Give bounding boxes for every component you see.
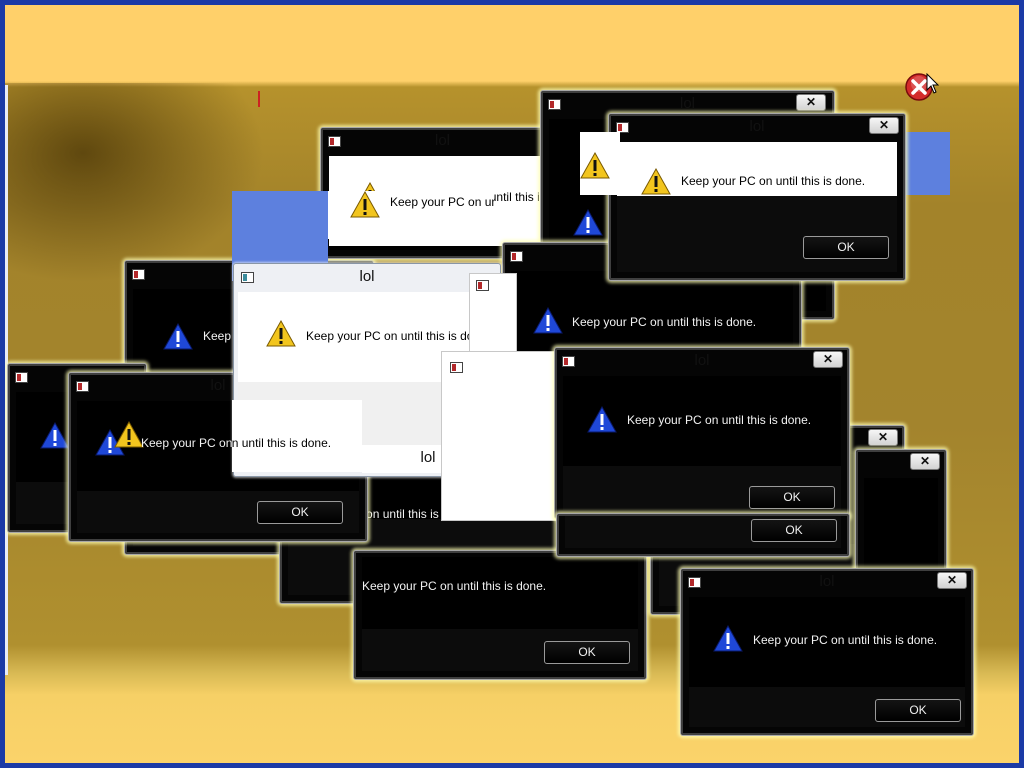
warning-icon	[587, 406, 617, 433]
dialog-title: lol	[819, 573, 835, 590]
app-icon	[15, 372, 28, 383]
message-dialog: Keep your PC on until this is done. OK	[353, 550, 647, 680]
app-icon	[510, 251, 523, 262]
warning-icon	[40, 422, 70, 449]
warning-icon	[573, 209, 603, 236]
dialog-title: lol	[749, 118, 765, 135]
ok-button[interactable]: OK	[544, 641, 630, 664]
desktop-background: Keep your PC on until this is done. lol …	[5, 5, 1019, 763]
dialog-message: Keep your PC on until this is done.	[753, 633, 938, 647]
message-dialog: lol ✕ Keep your PC on until this is done…	[608, 113, 906, 281]
dialog-title: lol	[434, 132, 450, 149]
warning-icon	[533, 307, 563, 334]
glitch-white-overlay	[580, 132, 620, 195]
message-dialog: lol ✕ Keep your PC on until this is done…	[554, 347, 850, 519]
dialog-title: lol	[359, 268, 375, 285]
dialog-message: Keep your PC on until this is done.	[572, 315, 757, 329]
ok-button[interactable]: OK	[803, 236, 889, 259]
close-button[interactable]: ✕	[937, 572, 967, 589]
dialog-message: Keep your PC on until this is done.	[627, 413, 812, 427]
warning-icon	[163, 323, 193, 350]
warning-icon	[580, 152, 610, 179]
red-glitch-mark	[258, 91, 260, 107]
close-button[interactable]: ✕	[796, 94, 826, 111]
mouse-cursor-icon	[926, 72, 940, 95]
ok-button[interactable]: OK	[749, 486, 835, 509]
ghost-dialog-frame	[441, 351, 561, 521]
dialog-message: Keep your PC on until this is done.	[306, 329, 491, 343]
message-dialog: ✕	[855, 449, 947, 579]
message-dialog: OK	[556, 513, 850, 557]
app-icon	[450, 362, 463, 373]
close-button[interactable]: ✕	[869, 117, 899, 134]
close-button[interactable]: ✕	[868, 429, 898, 446]
glitch-white-overlay: Keep your PC on until this is done.	[232, 400, 362, 472]
app-icon	[132, 269, 145, 280]
ok-button[interactable]: OK	[875, 699, 961, 722]
warning-icon	[350, 191, 380, 218]
warning-icon	[641, 168, 671, 195]
dialog-title: lol	[694, 352, 710, 369]
dialog-message: Keep your PC on until this is done.	[681, 174, 866, 188]
warning-icon	[266, 320, 296, 347]
glitch-white-overlay: Keep your PC on until this is done.	[232, 191, 494, 239]
ok-button[interactable]: OK	[751, 519, 837, 542]
close-button[interactable]: ✕	[910, 453, 940, 470]
ok-button[interactable]: OK	[257, 501, 343, 524]
background-shadow	[5, 83, 265, 283]
close-button[interactable]: ✕	[813, 351, 843, 368]
warning-icon	[114, 421, 144, 448]
warning-icon	[713, 625, 743, 652]
dialog-message: Keep your PC on until this is done.	[362, 579, 547, 593]
message-dialog: lol ✕ Keep your PC on until this is done…	[680, 568, 974, 736]
dialog-message: Keep your PC on until this is done.	[390, 195, 494, 209]
app-icon	[476, 280, 489, 291]
